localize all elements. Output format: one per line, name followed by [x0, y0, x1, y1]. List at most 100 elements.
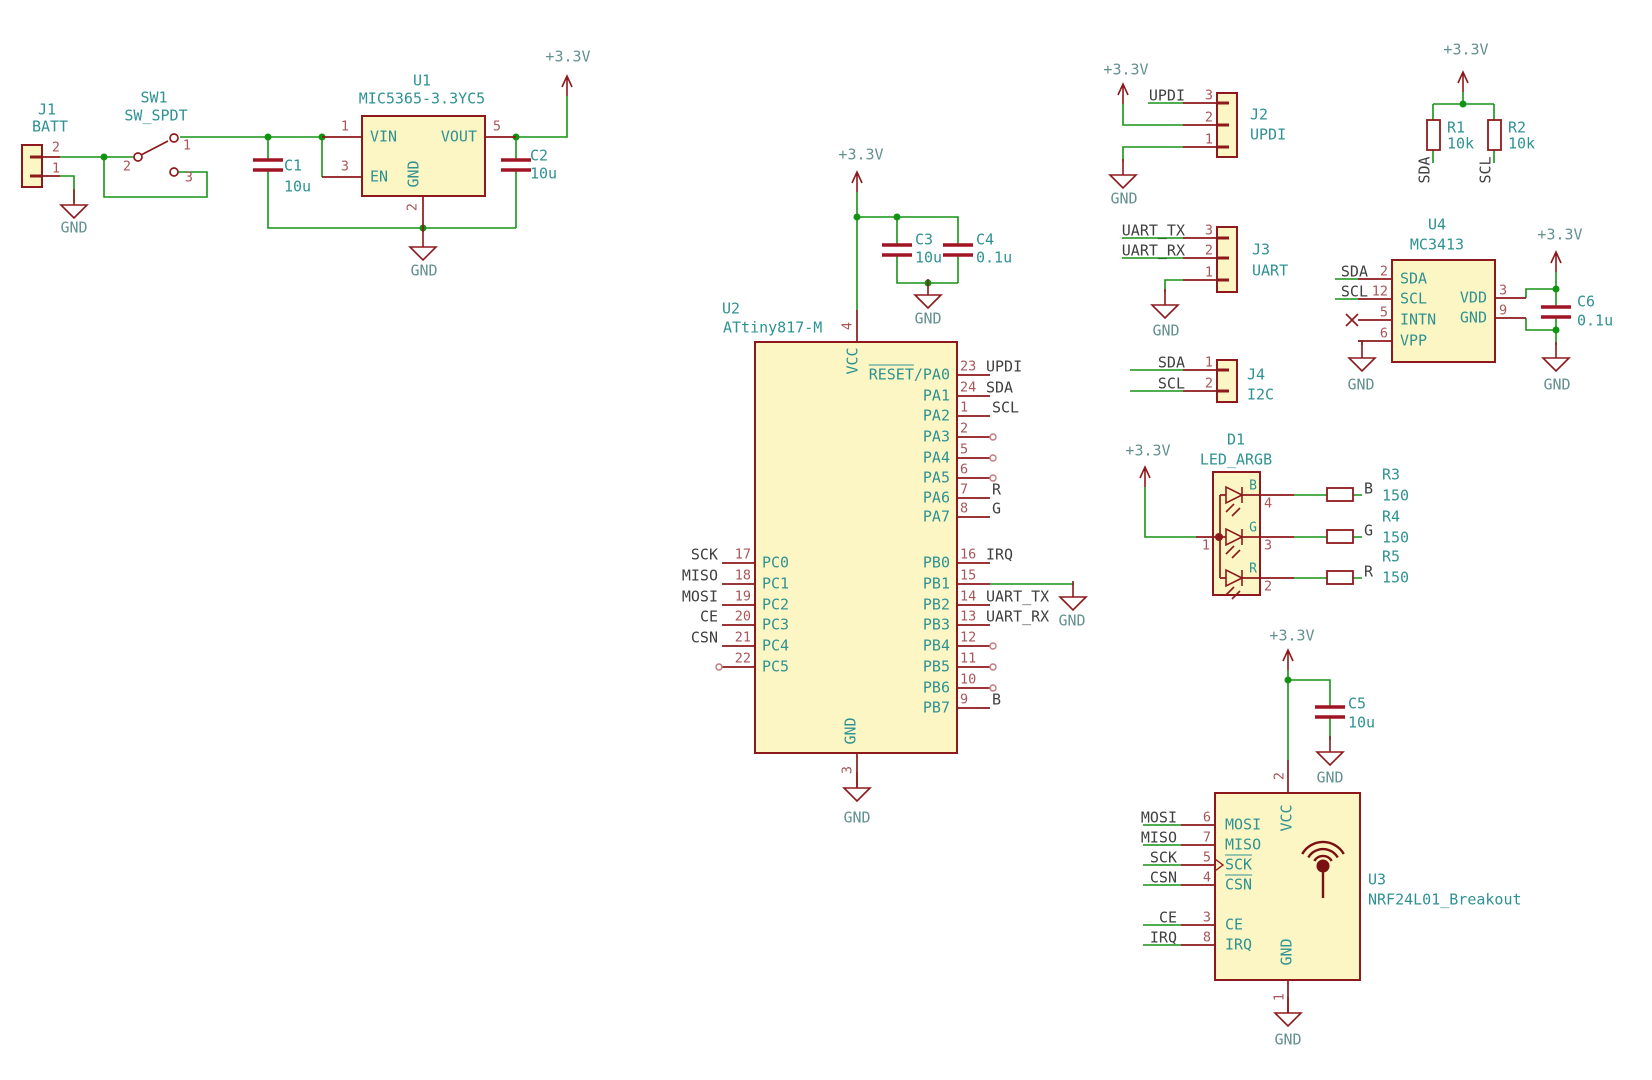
net-label-updi: UPDI [1149, 89, 1185, 104]
u2-pin-name: RESET/PA0 [869, 368, 950, 383]
net-label-g: G [1364, 524, 1373, 539]
u3-pin-name: CE [1225, 918, 1243, 933]
u3-pin-number: 7 [1203, 831, 1211, 845]
u3-pin-number: 5 [1203, 851, 1211, 865]
u4-pin-name: VDD [1460, 291, 1487, 306]
j3-ref: J3 [1252, 243, 1270, 258]
net-label-uart-tx: UART_TX [1122, 224, 1185, 239]
gnd-label: GND [410, 264, 437, 279]
u3-pin-number: 8 [1203, 931, 1211, 945]
c2-ref: C2 [530, 149, 548, 164]
sw1-symbol[interactable] [134, 134, 178, 176]
u2-ref: U2 [722, 302, 740, 317]
pa0-rest: /PA0 [914, 366, 950, 384]
net-label-mosi: MOSI [682, 590, 718, 605]
r1-value: 10k [1447, 137, 1474, 152]
c2-value: 10u [530, 167, 557, 182]
u2-pin-name: PC2 [762, 598, 789, 613]
j4-body [1217, 360, 1237, 402]
u2-pin-number: 11 [960, 652, 976, 666]
net-label-sda: SDA [1341, 265, 1368, 280]
net-label-sda: SDA [1158, 356, 1185, 371]
u2-pin-number: 20 [735, 610, 751, 624]
u2-pin-number: 7 [960, 483, 968, 497]
u2-pin-name: PB5 [923, 660, 950, 675]
r5-ref: R5 [1382, 550, 1400, 565]
j2-value: UPDI [1250, 128, 1286, 143]
net-label-scl: SCL [1341, 285, 1368, 300]
u1-pin-name-vin: VIN [370, 130, 397, 145]
u4-pin-number: 5 [1380, 306, 1388, 320]
sw1-pin1-number: 1 [183, 139, 191, 153]
c6-value: 0.1u [1577, 314, 1613, 329]
c1-value: 10u [284, 180, 311, 195]
u2-pin-name: PB3 [923, 618, 950, 633]
u3-ref: U3 [1368, 873, 1386, 888]
net-label-r: R [1364, 565, 1373, 580]
net-label-mosi: MOSI [1141, 811, 1177, 826]
wire-pb1-gnd [990, 584, 1073, 585]
u3-pin-number: 4 [1203, 871, 1211, 885]
u2-pin-name: PA6 [923, 491, 950, 506]
j3-pin2-number: 2 [1205, 244, 1213, 258]
c4-value: 0.1u [976, 251, 1012, 266]
antenna-dot [1317, 860, 1330, 873]
j2-pin1-number: 1 [1205, 133, 1213, 147]
u3-pin-name-vcc: VCC [1280, 804, 1295, 831]
net-label-scl: SCL [992, 401, 1019, 416]
v33-label: +3.3V [1103, 63, 1148, 78]
u2-pin-number: 13 [960, 610, 976, 624]
u1-pin-number-gnd: 2 [406, 203, 420, 211]
u2-pin-number-vcc: 4 [841, 322, 855, 330]
net-label-sck: SCK [1150, 851, 1177, 866]
net-label-ce: CE [700, 610, 718, 625]
net-label-csn: CSN [691, 631, 718, 646]
net-label-irq: IRQ [986, 548, 1013, 563]
u3-pin-number-vcc: 2 [1273, 772, 1287, 780]
r5-value: 150 [1382, 571, 1409, 586]
u2-pin-name: PC1 [762, 577, 789, 592]
j2-ref: J2 [1250, 108, 1268, 123]
net-label-csn: CSN [1150, 871, 1177, 886]
u2-pin-name: PC4 [762, 639, 789, 654]
j1-body [22, 145, 42, 187]
net-label-uart-rx: UART_RX [986, 610, 1049, 625]
c3-value: 10u [915, 251, 942, 266]
u3-pin-number: 6 [1203, 811, 1211, 825]
d1-channel-letter: R [1249, 563, 1257, 576]
u2-pin-name: PA5 [923, 471, 950, 486]
net-label-updi: UPDI [986, 360, 1022, 375]
u4-pin-number: 6 [1380, 327, 1388, 341]
j1-value: BATT [32, 120, 68, 135]
u3-pin-name: MISO [1225, 838, 1261, 853]
gnd-label: GND [1058, 614, 1085, 629]
u4-pin-number: 3 [1499, 284, 1507, 298]
net-label-scl: SCL [1158, 377, 1185, 392]
net-label-b: B [992, 693, 1001, 708]
c5-ref: C5 [1348, 697, 1366, 712]
u2-pin-name: PB0 [923, 556, 950, 571]
schematic-canvas: +3.3V +3.3V +3.3V +3.3V +3.3V +3.3V +3.3… [0, 0, 1652, 1080]
c4-symbol [943, 245, 973, 255]
r3-body [1327, 488, 1353, 501]
u2-pin-name: PA2 [923, 409, 950, 424]
u2-pin-number: 8 [960, 502, 968, 516]
u4-pin-number: 12 [1372, 285, 1388, 299]
j2-pin3-number: 3 [1205, 89, 1213, 103]
wire-j2 [1123, 103, 1183, 162]
u2-pin-name-vcc: VCC [846, 347, 861, 374]
v33-label: +3.3V [1269, 629, 1314, 644]
connector-pads [30, 103, 1229, 391]
sw1-pin3-number: 3 [185, 171, 193, 185]
j3-pin3-number: 3 [1205, 224, 1213, 238]
net-label-sck: SCK [691, 548, 718, 563]
j4-pin2-number: 2 [1205, 377, 1213, 391]
c5-value: 10u [1348, 716, 1375, 731]
u3-pin-number-gnd: 1 [1273, 993, 1287, 1001]
r1-body [1427, 120, 1440, 150]
gnd-label: GND [1347, 378, 1374, 393]
sw1-ref: SW1 [140, 91, 167, 106]
net-label-ce: CE [1159, 911, 1177, 926]
net-label-miso: MISO [682, 569, 718, 584]
r3-value: 150 [1382, 489, 1409, 504]
